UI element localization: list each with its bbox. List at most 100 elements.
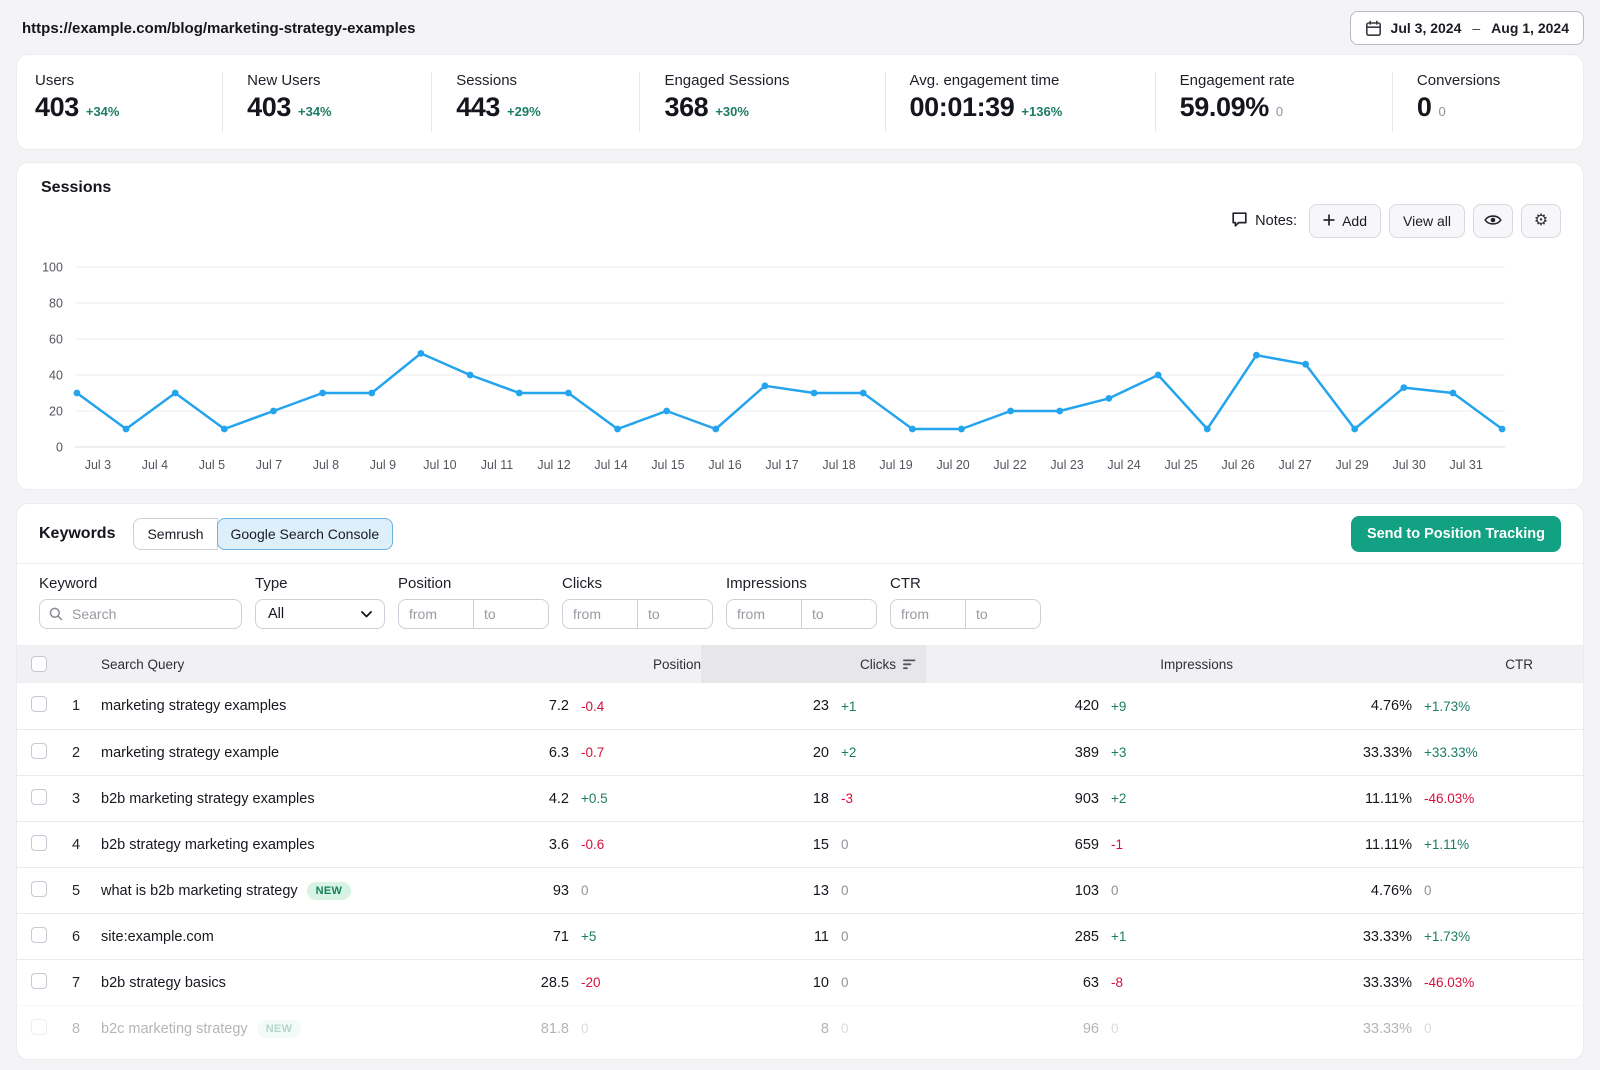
send-to-position-tracking-button[interactable]: Send to Position Tracking [1351, 516, 1561, 552]
table-row: 3 b2b marketing strategy examples 4.2 +0… [17, 775, 1583, 821]
position-value: 81.8 [489, 1021, 569, 1037]
keywords-filters: Keyword Type All Position [17, 564, 1583, 645]
row-checkbox[interactable] [31, 1019, 47, 1035]
x-axis-tick-label: Jul 12 [537, 458, 570, 472]
clicks-value: 10 [701, 975, 829, 991]
tab-semrush[interactable]: Semrush [133, 518, 217, 550]
metric-value: 443 [456, 92, 500, 123]
metric: New Users 403 +34% [222, 72, 431, 132]
sessions-card: Sessions Notes: Add View all [16, 162, 1584, 490]
keyword-query[interactable]: site:example.com [101, 929, 214, 945]
row-checkbox[interactable] [31, 743, 47, 759]
notes-settings-button[interactable]: ⚙ [1521, 204, 1561, 238]
row-checkbox[interactable] [31, 835, 47, 851]
y-axis-tick-label: 100 [42, 260, 63, 274]
metric-value: 0 [1417, 92, 1432, 123]
date-end: Aug 1, 2024 [1491, 20, 1569, 36]
sessions-line [77, 353, 1502, 429]
header-position[interactable]: Position [489, 645, 701, 683]
view-all-notes-button[interactable]: View all [1389, 204, 1465, 238]
data-point [172, 390, 179, 397]
ctr-value: 11.11% [1233, 791, 1412, 807]
x-axis-tick-label: Jul 18 [822, 458, 855, 472]
ctr-delta: 0 [1412, 1021, 1553, 1036]
metric-label: Users [35, 72, 222, 89]
filter-type: Type All [255, 575, 385, 629]
x-axis-tick-label: Jul 20 [936, 458, 969, 472]
ctr-value: 4.76% [1233, 883, 1412, 899]
x-axis-tick-label: Jul 11 [481, 458, 513, 472]
row-checkbox[interactable] [31, 881, 47, 897]
toggle-notes-visibility-button[interactable] [1473, 204, 1513, 238]
y-axis-tick-label: 0 [56, 440, 63, 454]
x-axis-tick-label: Jul 9 [370, 458, 396, 472]
filter-impressions-label: Impressions [726, 575, 877, 592]
header-clicks[interactable]: Clicks [701, 645, 926, 683]
add-note-button[interactable]: Add [1309, 204, 1381, 238]
impressions-delta: 0 [1099, 883, 1233, 898]
x-axis-tick-label: Jul 10 [423, 458, 456, 472]
header-clicks-label: Clicks [860, 657, 896, 672]
filter-ctr: CTR [890, 575, 1041, 629]
clicks-value: 8 [701, 1021, 829, 1037]
row-checkbox[interactable] [31, 696, 47, 712]
keyword-search-input[interactable] [39, 599, 242, 629]
row-index: 4 [61, 837, 91, 853]
x-axis-tick-label: Jul 4 [142, 458, 168, 472]
clicks-to-input[interactable] [637, 599, 713, 629]
keyword-query[interactable]: b2b strategy marketing examples [101, 837, 315, 853]
x-axis-tick-label: Jul 26 [1221, 458, 1254, 472]
data-point [1499, 426, 1506, 433]
header-search-query[interactable]: Search Query [91, 645, 489, 683]
impressions-from-input[interactable] [726, 599, 802, 629]
sessions-chart: 020406080100Jul 3Jul 4Jul 5Jul 7Jul 8Jul… [17, 253, 1583, 479]
data-point [123, 426, 130, 433]
filter-impressions: Impressions [726, 575, 877, 629]
metric-value: 00:01:39 [910, 92, 1015, 123]
keyword-query[interactable]: what is b2b marketing strategy [101, 883, 298, 899]
header-impressions[interactable]: Impressions [926, 645, 1233, 683]
date-range-picker[interactable]: Jul 3, 2024 – Aug 1, 2024 [1350, 11, 1584, 45]
calendar-icon [1365, 20, 1382, 37]
clicks-from-input[interactable] [562, 599, 638, 629]
keyword-query[interactable]: b2b marketing strategy examples [101, 791, 315, 807]
ctr-delta: +1.73% [1412, 699, 1553, 714]
x-axis-tick-label: Jul 7 [256, 458, 282, 472]
data-point [221, 426, 228, 433]
type-select[interactable]: All [255, 599, 385, 629]
position-from-input[interactable] [398, 599, 474, 629]
row-checkbox[interactable] [31, 789, 47, 805]
data-point [712, 426, 719, 433]
impressions-delta: -8 [1099, 975, 1233, 990]
tab-google-search-console[interactable]: Google Search Console [217, 518, 394, 550]
impressions-delta: +3 [1099, 745, 1233, 760]
filter-ctr-label: CTR [890, 575, 1041, 592]
ctr-from-input[interactable] [890, 599, 966, 629]
ctr-to-input[interactable] [965, 599, 1041, 629]
date-separator: – [1470, 20, 1482, 36]
keyword-query[interactable]: b2c marketing strategy [101, 1021, 248, 1037]
position-value: 4.2 [489, 791, 569, 807]
metric-label: Engaged Sessions [664, 72, 884, 89]
data-point [417, 350, 424, 357]
keyword-query[interactable]: marketing strategy examples [101, 698, 286, 714]
metric-value: 403 [247, 92, 291, 123]
row-index: 8 [61, 1021, 91, 1037]
row-checkbox[interactable] [31, 973, 47, 989]
metric: Engaged Sessions 368 +30% [639, 72, 884, 132]
row-checkbox[interactable] [31, 927, 47, 943]
keyword-query[interactable]: b2b strategy basics [101, 975, 226, 991]
header-ctr[interactable]: CTR [1233, 645, 1553, 683]
x-axis-tick-label: Jul 17 [765, 458, 798, 472]
y-axis-tick-label: 40 [49, 368, 63, 382]
clicks-delta: 0 [829, 929, 926, 944]
filter-position-label: Position [398, 575, 549, 592]
position-value: 28.5 [489, 975, 569, 991]
impressions-to-input[interactable] [801, 599, 877, 629]
position-value: 93 [489, 883, 569, 899]
note-bubble-icon [1231, 211, 1248, 232]
data-point [1253, 352, 1260, 359]
position-to-input[interactable] [473, 599, 549, 629]
select-all-checkbox[interactable] [31, 656, 47, 672]
keyword-query[interactable]: marketing strategy example [101, 745, 279, 761]
